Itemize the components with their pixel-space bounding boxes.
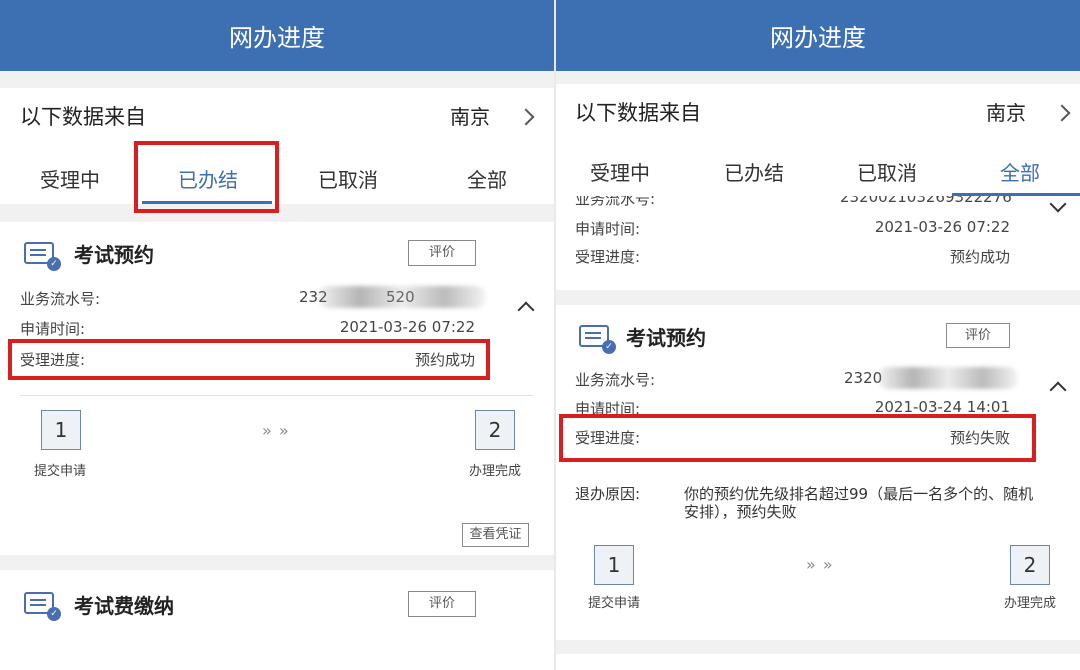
progress-value: 预约成功 (949, 248, 1010, 266)
apply-time-label: 申请时间: (575, 220, 641, 238)
application-card[interactable]: 考试预约 评价 业务流水号: 232 520 申请时间: 2021-03-26 … (0, 222, 554, 555)
progress-label: 受理进度: (575, 248, 641, 266)
step-1-label: 提交申请 (587, 596, 640, 611)
tab-cancelled[interactable]: 已取消 (837, 157, 937, 186)
serial-number-label: 业务流水号: (20, 290, 101, 308)
reason-text-line-1: 你的预约优先级排名超过99（最后一名多个的、随机 (684, 485, 1034, 503)
apply-time-value: 2021-03-26 07:22 (874, 218, 1010, 236)
chevron-right-icon (1053, 104, 1071, 122)
serial-number-value: 232002103269322276 (840, 196, 1012, 206)
application-form-icon (579, 325, 616, 354)
apply-time-label: 申请时间: (20, 320, 86, 338)
rate-button[interactable]: 评价 (408, 591, 476, 617)
highlight-box-progress (559, 414, 1036, 462)
city-name: 南京 (986, 101, 1026, 125)
collapse-icon[interactable] (1049, 381, 1067, 399)
application-card[interactable]: 考试预约 评价 业务流水号: 2320 申请时间: 2021-03-24 14:… (556, 305, 1080, 640)
city-name: 南京 (450, 105, 490, 129)
apply-time-value: 2021-03-26 07:22 (339, 318, 475, 336)
page-title: 网办进度 (770, 24, 866, 52)
step-2-box: 2 (1010, 545, 1050, 585)
comparison-screenshot: 网办进度 以下数据来自 南京 受理中 已办结 已取消 全部 考试预约 评价 业务… (0, 0, 1080, 670)
city-selector[interactable]: 南京 (450, 101, 546, 131)
redacted-serial-blur (878, 367, 1018, 389)
step-1-box: 1 (41, 410, 81, 450)
step-2-label: 办理完成 (1003, 596, 1056, 611)
reason-label: 退办原因: (575, 485, 641, 503)
page-header: 网办进度 (556, 0, 1080, 71)
collapse-icon[interactable] (517, 301, 535, 319)
data-source-label: 以下数据来自 (20, 105, 146, 129)
data-source-label: 以下数据来自 (575, 101, 701, 125)
step-2-label: 办理完成 (468, 464, 521, 479)
redacted-serial-blur (318, 286, 486, 308)
serial-number-label: 业务流水号: (575, 371, 656, 389)
tab-completed[interactable]: 已办结 (704, 157, 804, 186)
right-screen: 网办进度 以下数据来自 南京 受理中 已办结 已取消 全部 业务流水号: 232… (556, 0, 1080, 670)
step-arrows: » » (262, 421, 290, 440)
card-title: 考试预约 (626, 326, 706, 350)
view-voucher-button[interactable]: 查看凭证 (462, 523, 529, 547)
city-selector[interactable]: 南京 (986, 97, 1080, 127)
tab-all[interactable]: 全部 (970, 157, 1070, 186)
step-1-box: 1 (594, 545, 634, 585)
application-form-icon (24, 242, 61, 271)
next-card-peek (556, 654, 1080, 670)
source-tabs-and-previous-card: 以下数据来自 南京 受理中 已办结 已取消 全部 业务流水号: 23200210… (556, 84, 1080, 290)
card-divider (20, 395, 534, 396)
page-header: 网办进度 (0, 0, 554, 71)
tab-cancelled[interactable]: 已取消 (298, 164, 398, 193)
chevron-right-icon (517, 108, 535, 126)
page-title: 网办进度 (229, 24, 325, 52)
tab-processing[interactable]: 受理中 (20, 164, 120, 193)
highlight-box-completed-tab (134, 141, 279, 213)
step-arrows: » » (806, 555, 834, 574)
rate-button[interactable]: 评价 (408, 240, 476, 266)
card-title: 考试预约 (74, 243, 154, 267)
tab-all[interactable]: 全部 (437, 164, 537, 193)
serial-number-label: 业务流水号: (575, 196, 656, 208)
step-1-label: 提交申请 (33, 464, 86, 479)
tab-processing[interactable]: 受理中 (570, 157, 670, 186)
step-2-box: 2 (475, 410, 515, 450)
reason-text-line-2: 安排），预约失败 (684, 503, 797, 521)
left-screen: 网办进度 以下数据来自 南京 受理中 已办结 已取消 全部 考试预约 评价 业务… (0, 0, 554, 670)
card-title: 考试费缴纳 (74, 594, 174, 618)
rate-button[interactable]: 评价 (946, 323, 1010, 348)
scrolled-previous-card: 业务流水号: 232002103269322276 申请时间: 2021-03-… (556, 196, 1080, 290)
highlight-box-progress (8, 339, 490, 380)
payment-form-icon (24, 592, 61, 621)
fee-payment-card[interactable]: 考试费缴纳 评价 (0, 570, 554, 670)
serial-number-value: 2320 (844, 369, 883, 387)
expand-icon[interactable] (1049, 196, 1067, 213)
